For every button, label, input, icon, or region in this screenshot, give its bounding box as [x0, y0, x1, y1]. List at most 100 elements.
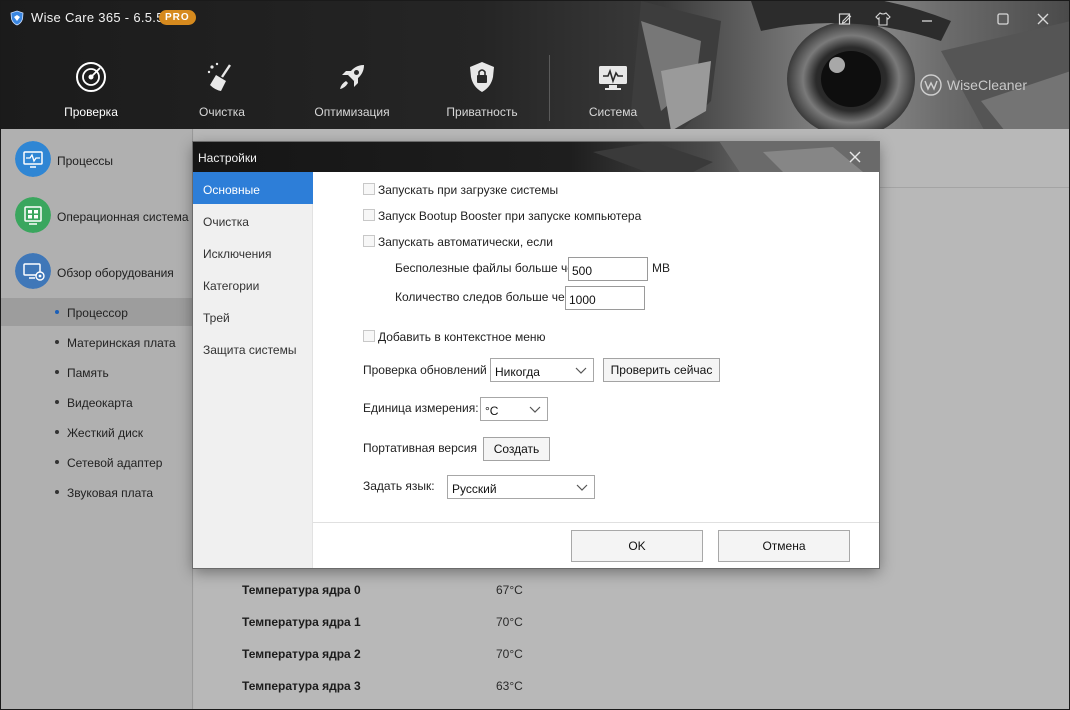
check-now-button[interactable]: Проверить сейчас [603, 358, 720, 382]
updates-label: Проверка обновлений [363, 363, 487, 377]
bullet-dot [55, 310, 59, 314]
sidebar-item-motherboard[interactable]: Материнская плата [1, 328, 193, 356]
nav-label: Приватность [446, 105, 518, 119]
bullet-dot [55, 430, 59, 434]
nav-item-system[interactable]: Система [549, 55, 677, 125]
nav-label: Проверка [64, 105, 118, 119]
spec-row: Температура ядра 1 70°C [242, 615, 842, 635]
nav-label: Очистка [199, 105, 245, 119]
cancel-button[interactable]: Отмена [718, 530, 850, 562]
sidebar-item-cpu[interactable]: Процессор [1, 298, 193, 326]
language-label: Задать язык: [363, 479, 435, 493]
bullet-dot [55, 400, 59, 404]
input-value: 500 [572, 264, 593, 278]
sidebar-item-gpu[interactable]: Видеокарта [1, 388, 193, 416]
create-portable-button[interactable]: Создать [483, 437, 550, 461]
traces-input[interactable]: 1000 [565, 286, 645, 310]
settings-tab-label: Исключения [203, 247, 272, 261]
language-select[interactable]: Русский [447, 475, 595, 499]
spec-key: Температура ядра 2 [242, 647, 361, 661]
sidebar-item-label: Процессор [67, 306, 128, 320]
bullet-dot [55, 460, 59, 464]
nav-label: Оптимизация [314, 105, 390, 119]
ok-button[interactable]: OK [571, 530, 703, 562]
sidebar-item-label: Материнская плата [67, 336, 176, 350]
select-value: Русский [452, 482, 497, 496]
settings-tab-categories[interactable]: Категории [193, 268, 313, 300]
checkbox-label: Добавить в контекстное меню [378, 330, 546, 344]
settings-tab-label: Основные [203, 183, 260, 197]
radar-icon [76, 62, 106, 92]
maximize-icon[interactable] [995, 11, 1011, 27]
settings-tab-exclusions[interactable]: Исключения [193, 236, 313, 268]
sidebar-item-network[interactable]: Сетевой адаптер [1, 448, 193, 476]
settings-tab-tray[interactable]: Трей [193, 300, 313, 332]
spec-value: 67°C [496, 583, 523, 597]
dialog-footer: OK Отмена [313, 522, 879, 568]
select-value: °C [485, 404, 499, 418]
close-icon[interactable] [1035, 11, 1051, 27]
app-title: Wise Care 365 - 6.5.5 [31, 10, 164, 25]
rocket-icon [340, 65, 364, 89]
sidebar-category-processes[interactable]: Процессы [1, 133, 193, 183]
sidebar-category-os[interactable]: Операционная система [1, 189, 193, 239]
feedback-icon[interactable] [837, 11, 853, 27]
settings-tab-label: Категории [203, 279, 260, 293]
hardware-icon [15, 253, 51, 289]
skin-shirt-icon[interactable] [875, 11, 891, 27]
sidebar-item-label: Жесткий диск [67, 426, 144, 440]
sidebar-item-label: Память [67, 366, 109, 380]
spec-row: Температура ядра 0 67°C [242, 583, 842, 603]
context-menu-checkbox[interactable] [363, 330, 375, 342]
spec-key: Температура ядра 1 [242, 615, 361, 629]
hawk-banner-image [593, 142, 879, 172]
junk-unit-label: MB [652, 261, 670, 275]
junk-files-label: Бесполезные файлы больше чем [395, 261, 583, 275]
checkbox-label: Запускать при загрузке системы [378, 183, 559, 197]
nav-label: Система [588, 105, 638, 119]
bootup-booster-checkbox[interactable] [363, 209, 375, 221]
shield-lock-icon [470, 62, 494, 92]
unit-select[interactable]: °C [480, 397, 548, 421]
close-icon[interactable] [849, 151, 861, 163]
sidebar-category-label: Операционная система [57, 210, 189, 224]
sidebar-category-label: Процессы [57, 154, 114, 168]
nav-item-checkup[interactable]: Проверка [27, 55, 155, 125]
monitor-pulse-icon [15, 141, 51, 177]
settings-menu: Основные Очистка Исключения Категории Тр… [193, 172, 313, 568]
junk-files-input[interactable]: 500 [568, 257, 648, 281]
settings-tab-general[interactable]: Основные [193, 172, 313, 204]
sidebar-item-sound[interactable]: Звуковая плата [1, 478, 193, 506]
chevron-down-icon [529, 406, 541, 413]
sidebar-item-hdd[interactable]: Жесткий диск [1, 418, 193, 446]
spec-value: 70°C [496, 615, 523, 629]
sidebar: Процессы Операционная система Обзор обор… [1, 129, 193, 709]
updates-select[interactable]: Никогда [490, 358, 594, 382]
main-nav: Проверка Очистка Оптимизация Приватность… [1, 55, 701, 129]
nav-item-cleanup[interactable]: Очистка [158, 55, 286, 125]
wisecleaner-logo-icon [920, 74, 942, 96]
auto-run-checkbox[interactable] [363, 235, 375, 247]
minimize-icon[interactable] [919, 11, 935, 27]
nav-item-privacy[interactable]: Приватность [418, 55, 546, 125]
sidebar-item-label: Сетевой адаптер [67, 456, 163, 470]
sidebar-item-memory[interactable]: Память [1, 358, 193, 386]
traces-label: Количество следов больше чем [395, 290, 573, 304]
brand-name: WiseCleaner [946, 77, 1027, 93]
pro-badge: PRO [159, 10, 196, 25]
spec-value: 70°C [496, 647, 523, 661]
spec-row: Температура ядра 3 63°C [242, 679, 842, 699]
spec-value: 63°C [496, 679, 523, 693]
settings-body: Запускать при загрузке системы Запуск Bo… [313, 172, 879, 522]
spec-key: Температура ядра 3 [242, 679, 361, 693]
nav-item-optimize[interactable]: Оптимизация [288, 55, 416, 125]
startup-checkbox[interactable] [363, 183, 375, 195]
dialog-title: Настройки [198, 151, 257, 165]
broom-icon [207, 62, 231, 91]
settings-tab-label: Трей [203, 311, 230, 325]
checkbox-label: Запуск Bootup Booster при запуске компью… [378, 209, 642, 223]
settings-tab-system-protection[interactable]: Защита системы [193, 332, 313, 364]
select-value: Никогда [495, 365, 540, 379]
sidebar-category-hardware[interactable]: Обзор оборудования [1, 245, 193, 295]
settings-tab-cleanup[interactable]: Очистка [193, 204, 313, 236]
